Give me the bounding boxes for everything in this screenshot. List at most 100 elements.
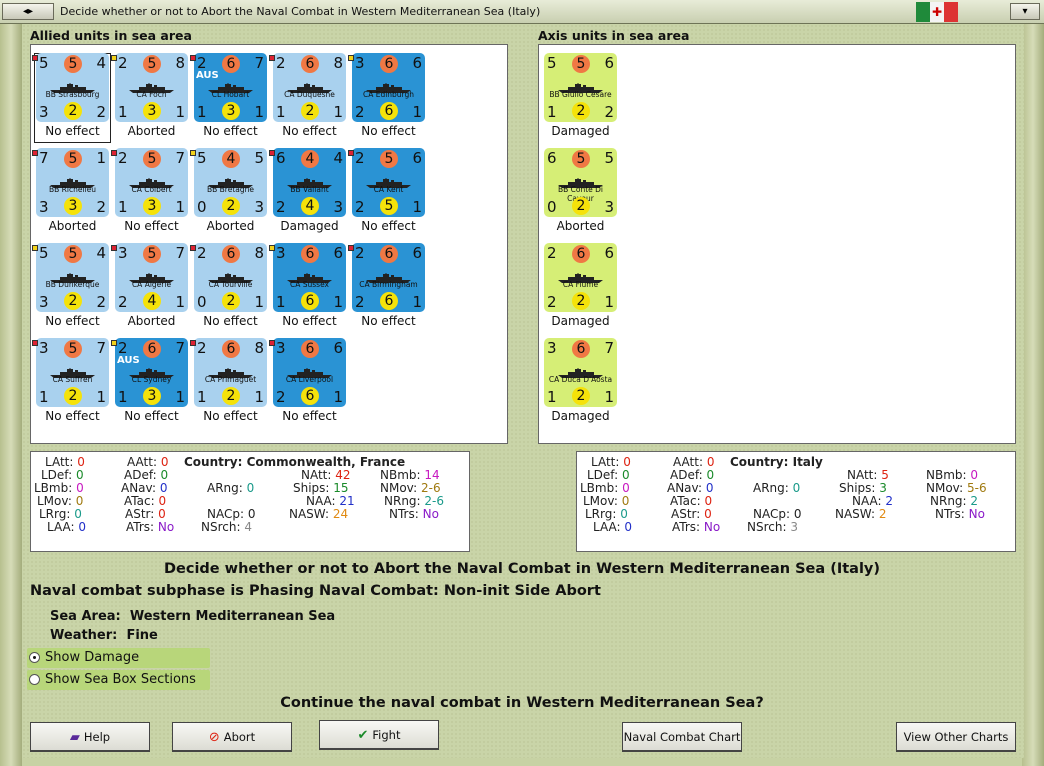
counter-value: 6 [412, 149, 422, 167]
axis-natt: 5 [881, 468, 889, 482]
allied-nsrch: 4 [244, 520, 252, 534]
unit-counter[interactable]: 2 6 7 AUS CL Hobart 1 3 1 No effect [192, 53, 269, 143]
attack-circle: 6 [222, 245, 240, 263]
unit-counter[interactable]: 2 6 8 CA Primaguet 1 2 1 No effect [192, 338, 269, 428]
fight-button[interactable]: ✔ Fight [319, 720, 439, 750]
counter-value: 7 [175, 149, 185, 167]
counter-face: 2 6 7 AUS CL Sydney 1 3 1 [115, 338, 188, 407]
unit-marker-icon [269, 150, 275, 156]
unit-status: No effect [203, 409, 258, 423]
unit-counter[interactable]: 2 6 6 CA Birmingham 2 6 1 No effect [350, 243, 427, 333]
unit-status: No effect [203, 124, 258, 138]
unit-counter[interactable]: 5 4 5 BB Bretagne 0 2 3 Aborted [192, 148, 269, 238]
attack-circle: 5 [143, 150, 161, 168]
unit-name: CA Algérie [131, 280, 172, 289]
abort-button[interactable]: ⊘ Abort [172, 722, 292, 752]
unit-counter[interactable]: 3 6 6 CA Sussex 1 6 1 No effect [271, 243, 348, 333]
counter-value: 6 [276, 149, 286, 167]
counter-value: 2 [118, 149, 128, 167]
counter-face: 6 4 4 BB Valiant 2 4 3 [273, 148, 346, 217]
counter-value: 1 [276, 293, 286, 311]
counter-value: 3 [604, 198, 614, 216]
defense-circle: 3 [143, 197, 161, 215]
italy-flag-icon: ✚ [916, 2, 958, 22]
unit-counter[interactable]: 2 6 7 AUS CL Sydney 1 3 1 No effect [113, 338, 190, 428]
counter-value: 1 [197, 103, 207, 121]
unit-name: CA Birmingham [359, 280, 418, 289]
help-button[interactable]: ▰ Help [30, 722, 150, 752]
counter-value: 1 [412, 103, 422, 121]
system-menu-button[interactable]: ◂▸ [2, 3, 54, 20]
unit-status: Aborted [48, 219, 97, 233]
unit-name: CA Liverpool [285, 375, 334, 384]
attack-circle: 6 [572, 245, 590, 263]
counter-value: 8 [333, 54, 343, 72]
unit-counter[interactable]: 655BB Conte Di Cavour023 Aborted [542, 148, 619, 238]
unit-counter[interactable]: 3 6 6 CA Liverpool 2 6 1 No effect [271, 338, 348, 428]
unit-counter[interactable]: 5 5 4 BB Strasbourg 3 2 2 No effect [34, 53, 111, 143]
unit-name: CL Sydney [131, 375, 172, 384]
ship-icon [129, 173, 174, 188]
unit-counter[interactable]: 2 6 8 CA Tourville 0 2 1 No effect [192, 243, 269, 333]
unit-status: Damaged [280, 219, 339, 233]
help-label: Help [83, 730, 111, 744]
counter-value: 2 [96, 293, 106, 311]
counter-value: 8 [254, 339, 264, 357]
unit-counter[interactable]: 3 5 7 CA Algérie 2 4 1 Aborted [113, 243, 190, 333]
allied-ships: 15 [333, 481, 349, 495]
unit-counter[interactable]: 3 5 7 CA Suffren 1 2 1 No effect [34, 338, 111, 428]
defense-circle: 2 [572, 102, 590, 120]
ship-icon [208, 78, 253, 93]
sea-area-value: Western Mediterranean Sea [129, 609, 336, 624]
show-damage-radio[interactable]: Show Damage [27, 648, 210, 668]
unit-marker-icon [111, 340, 117, 346]
unit-counter[interactable]: 2 6 6 CA Fiume 2 2 1 Damaged [542, 243, 619, 333]
counter-value: 2 [276, 388, 286, 406]
unit-counter[interactable]: 2 5 7 CA Colbert 1 3 1 No effect [113, 148, 190, 238]
fight-label: Fight [372, 728, 401, 742]
unit-status: No effect [203, 314, 258, 328]
defense-circle: 2 [64, 387, 82, 405]
unit-counter[interactable]: 3 6 7 CA Duca D'Aosta 1 2 1 Damaged [542, 338, 619, 428]
allied-label: Allied units in sea area [30, 28, 192, 43]
book-icon: ▰ [69, 729, 80, 745]
show-sections-radio[interactable]: Show Sea Box Sections [27, 670, 210, 690]
axis-atrs: No [703, 520, 721, 534]
counter-value: 5 [39, 54, 49, 72]
counter-value: 1 [547, 388, 557, 406]
defense-circle: 3 [143, 387, 161, 405]
counter-value: 7 [175, 339, 185, 357]
axis-astr: 0 [704, 507, 712, 521]
radio-selected-icon [29, 652, 40, 663]
counter-face: 5 4 5 BB Bretagne 0 2 3 [194, 148, 267, 217]
counter-value: 2 [547, 293, 557, 311]
unit-counter[interactable]: 5 5 4 BB Dunkerque 3 2 2 No effect [34, 243, 111, 333]
unit-counter[interactable]: 3 6 6 CA Edinburgh 2 6 1 No effect [350, 53, 427, 143]
unit-counter[interactable]: 2 5 8 CA Foch 1 3 1 Aborted [113, 53, 190, 143]
axis-adef: 0 [706, 468, 715, 482]
minimize-button[interactable]: ▾ [1010, 3, 1040, 20]
counter-face: 2 5 6 CA Kent 2 5 1 [352, 148, 425, 217]
ship-icon [366, 78, 411, 93]
counter-value: 8 [254, 244, 264, 262]
unit-counter[interactable]: 5 5 6 BB Giulio Cesare 1 2 2 Damaged [542, 53, 619, 143]
unit-counter[interactable]: 2 5 6 CA Kent 2 5 1 No effect [350, 148, 427, 238]
unit-counter[interactable]: 2 6 8 CA Duquesne 1 2 1 No effect [271, 53, 348, 143]
unit-name: CA Primaguet [204, 375, 257, 384]
axis-atac: 0 [704, 494, 713, 508]
naval-combat-chart-button[interactable]: Naval Combat Chart [622, 722, 742, 752]
counter-face: 2 6 8 CA Tourville 0 2 1 [194, 243, 267, 312]
allied-nbmb: 14 [424, 468, 440, 482]
defense-circle: 4 [301, 197, 319, 215]
counter-value: 3 [276, 244, 286, 262]
attack-circle: 5 [572, 55, 590, 73]
unit-name: BB Richelieu [49, 185, 96, 194]
unit-counter[interactable]: 6 4 4 BB Valiant 2 4 3 Damaged [271, 148, 348, 238]
counter-face: 2 6 8 CA Duquesne 1 2 1 [273, 53, 346, 122]
view-other-charts-button[interactable]: View Other Charts [896, 722, 1016, 752]
allied-atac: 0 [158, 494, 167, 508]
axis-ldef: 0 [621, 468, 630, 482]
axis-latt: 0 [623, 455, 631, 469]
defense-circle: 3 [222, 102, 240, 120]
unit-counter[interactable]: 7 5 1 BB Richelieu 3 3 2 Aborted [34, 148, 111, 238]
